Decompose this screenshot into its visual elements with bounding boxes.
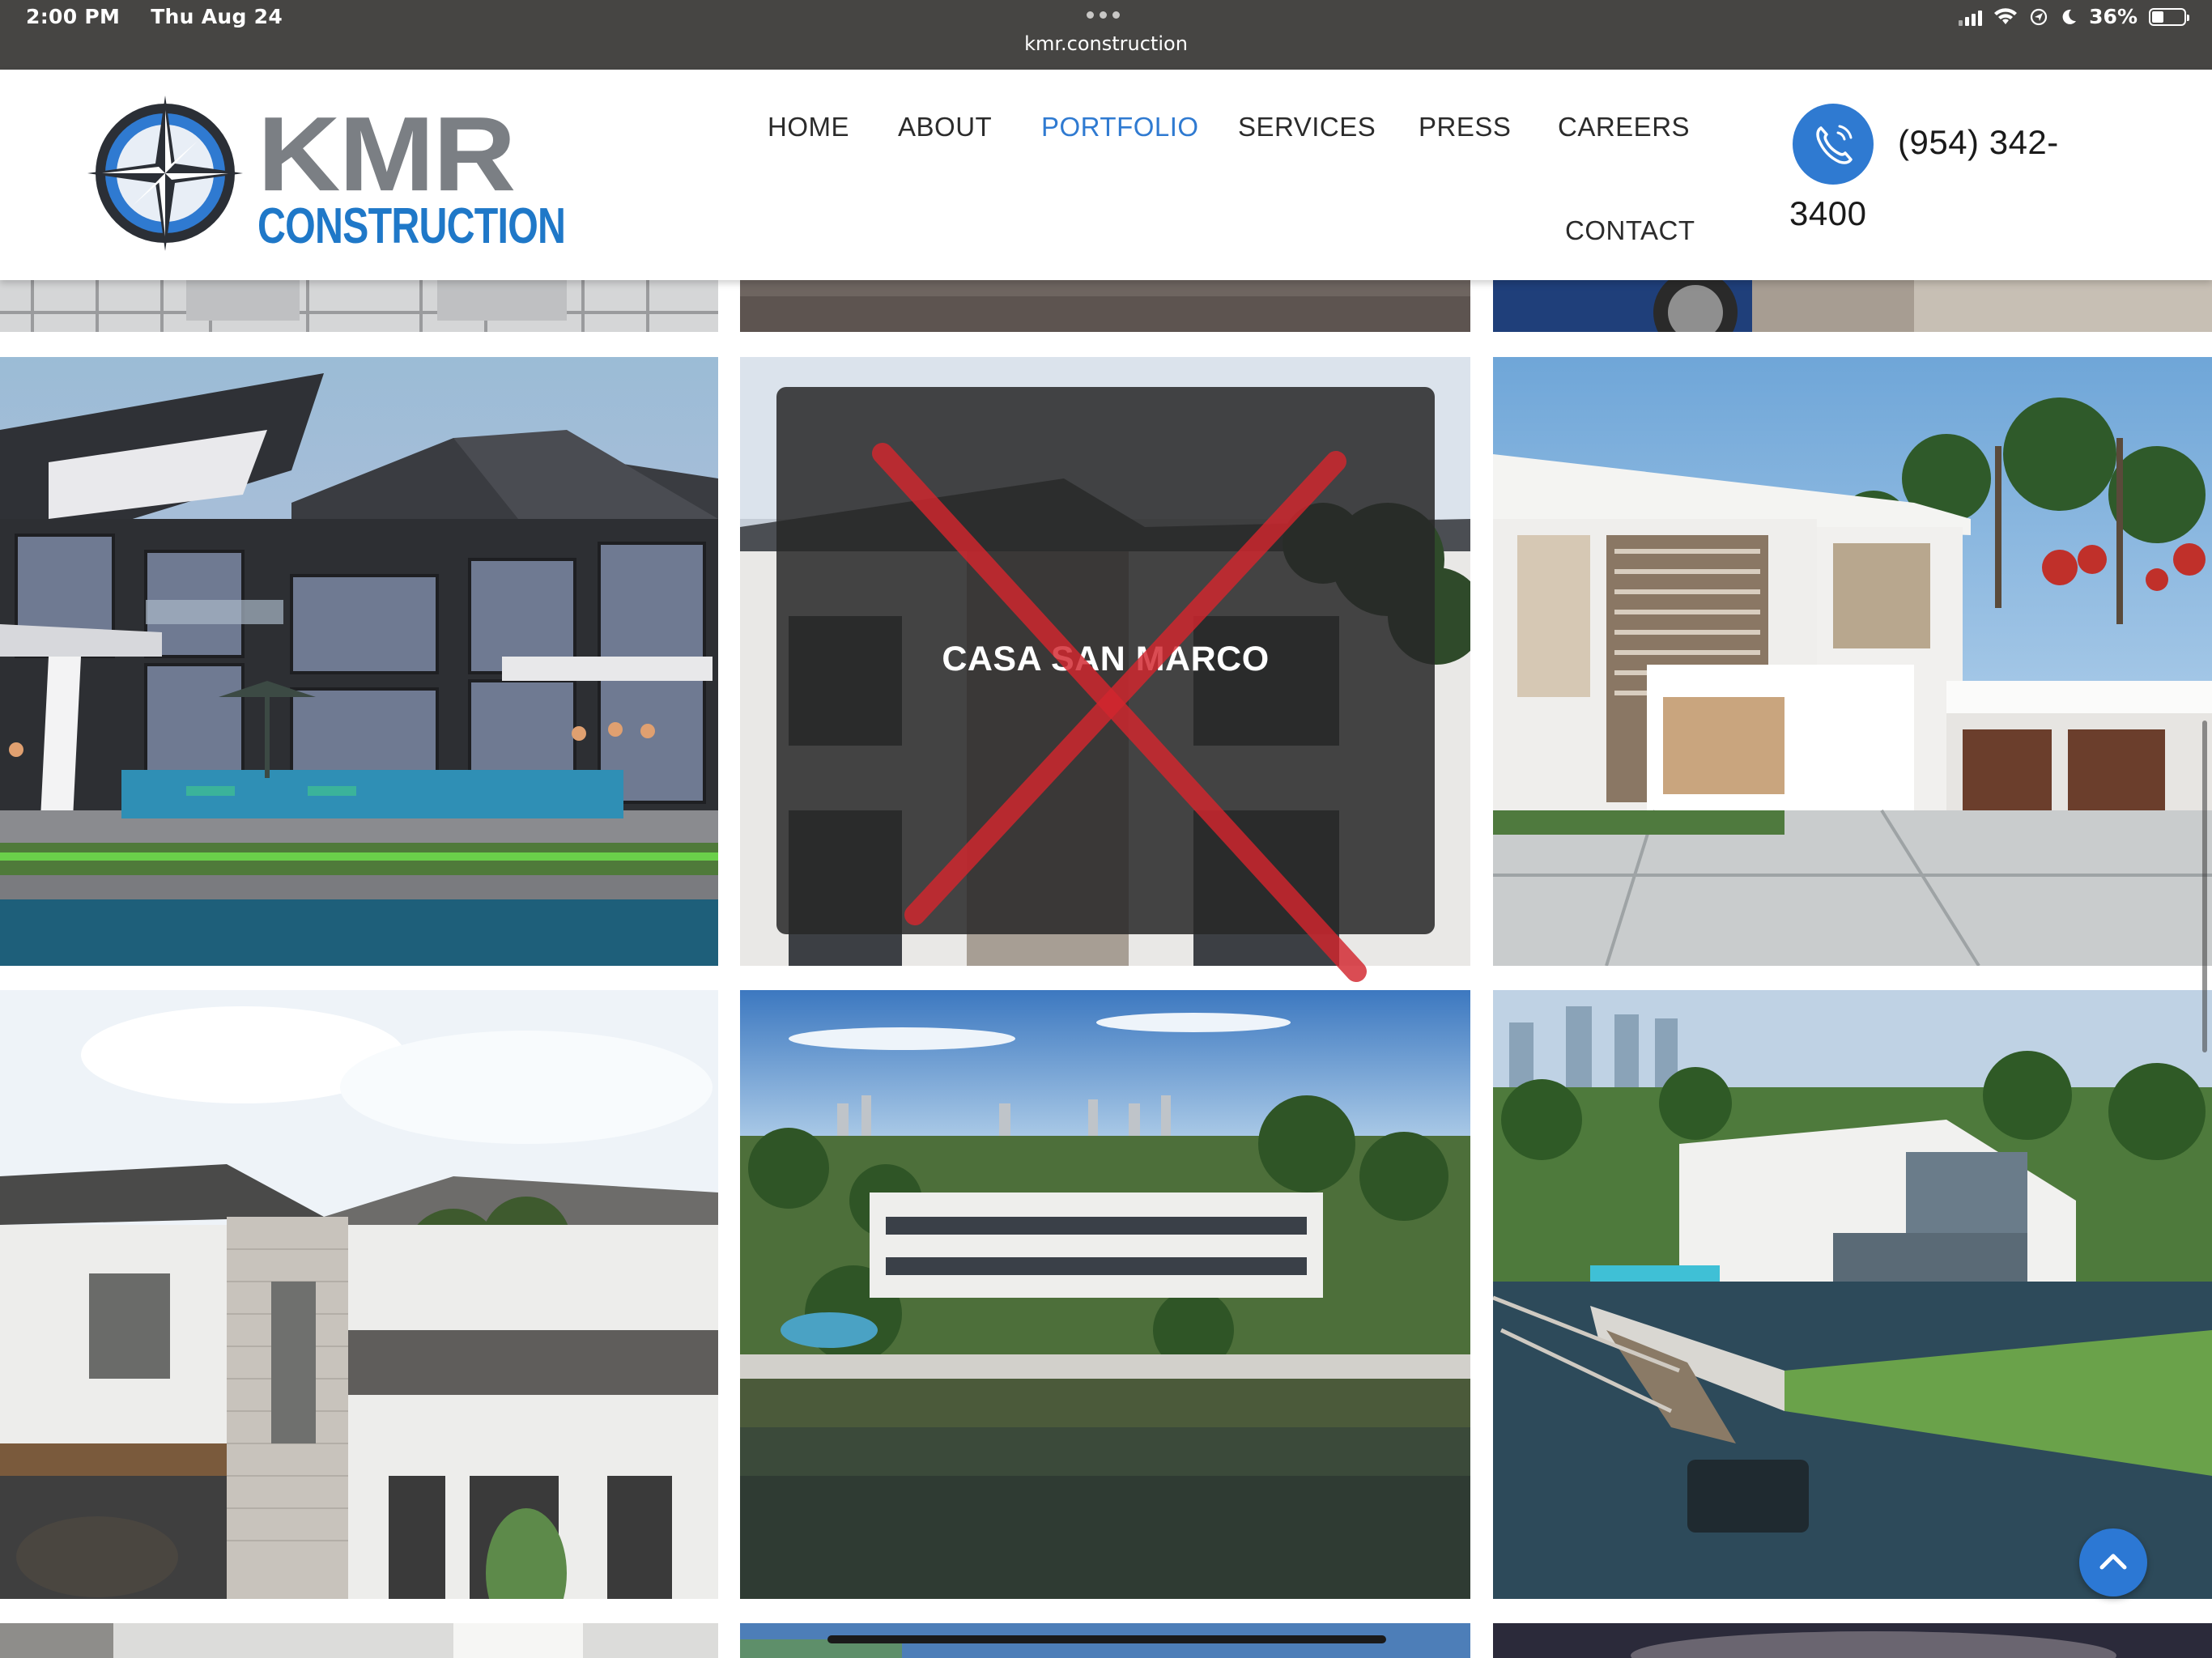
status-bar-indicators: 36%	[1959, 5, 2189, 28]
wifi-icon	[1994, 7, 2018, 24]
gallery-tile-waterfront-home-with-pool[interactable]	[1493, 990, 2212, 1599]
kmr-logo[interactable]: KMR CONSTRUCTION	[87, 96, 566, 253]
compass-logo-icon	[87, 96, 243, 251]
multitasking-dots-icon[interactable]	[1087, 11, 1120, 19]
nav-press[interactable]: PRESS	[1419, 112, 1511, 142]
moon-icon	[2062, 9, 2077, 24]
gallery-tile-partial-top-3[interactable]	[1493, 280, 2212, 332]
phone-number-line1[interactable]: (954) 342-	[1898, 123, 2059, 162]
waterfront-estate-aerial-image	[740, 990, 1470, 1599]
battery-percent: 36%	[2089, 5, 2138, 28]
scrollbar[interactable]	[2202, 721, 2207, 1052]
status-date: Thu Aug 24	[151, 5, 283, 28]
chevron-up-icon	[2099, 1554, 2127, 1570]
location-icon	[2031, 8, 2048, 25]
battery-icon	[2149, 7, 2189, 26]
gallery-tile-waterfront-estate-aerial[interactable]	[740, 990, 1470, 1599]
back-to-top-button[interactable]	[2079, 1528, 2147, 1596]
project-hover-overlay[interactable]: CASA SAN MARCO	[776, 387, 1435, 934]
phone-icon	[1816, 125, 1853, 164]
architectural-render-image	[0, 357, 718, 966]
nav-careers[interactable]: CAREERS	[1558, 112, 1690, 142]
status-bar: 2:00 PM Thu Aug 24 kmr.construction 36%	[0, 0, 2212, 70]
status-time: 2:00 PM	[26, 5, 121, 28]
home-indicator[interactable]	[827, 1635, 1386, 1643]
gallery-tile-architectural-render[interactable]	[0, 357, 718, 966]
logo-wordmark: KMR	[257, 95, 516, 214]
status-bar-clock: 2:00 PM Thu Aug 24	[26, 5, 313, 28]
phone-button[interactable]	[1793, 104, 1874, 185]
logo-subword: CONSTRUCTION	[257, 198, 566, 254]
two-story-white-home-image	[0, 990, 718, 1599]
site-header: KMR CONSTRUCTION HOME ABOUT PORTFOLIO SE…	[0, 70, 2212, 280]
gallery-tile-partial-top-2[interactable]	[740, 280, 1470, 332]
gallery-tile-partial-bottom-1[interactable]	[0, 1623, 718, 1658]
address-bar-url[interactable]: kmr.construction	[0, 32, 2212, 55]
nav-contact[interactable]: CONTACT	[1565, 215, 1695, 246]
phone-number-line2[interactable]: 3400	[1789, 194, 1866, 233]
gallery-tile-partial-bottom-3[interactable]	[1493, 1623, 2212, 1658]
gallery-tile-modern-white-villa[interactable]	[1493, 357, 2212, 966]
signal-icon	[1959, 8, 1983, 26]
nav-home[interactable]: HOME	[768, 112, 849, 142]
gallery-tile-partial-top-1[interactable]	[0, 280, 718, 332]
page: 2:00 PM Thu Aug 24 kmr.construction 36%	[0, 0, 2212, 1658]
nav-portfolio[interactable]: PORTFOLIO	[1041, 112, 1199, 142]
project-title[interactable]: CASA SAN MARCO	[776, 640, 1435, 679]
modern-white-villa-image	[1493, 357, 2212, 966]
nav-services[interactable]: SERVICES	[1238, 112, 1376, 142]
nav-about[interactable]: ABOUT	[898, 112, 992, 142]
gallery-tile-two-story-white-home[interactable]	[0, 990, 718, 1599]
waterfront-home-with-pool-image	[1493, 990, 2212, 1599]
